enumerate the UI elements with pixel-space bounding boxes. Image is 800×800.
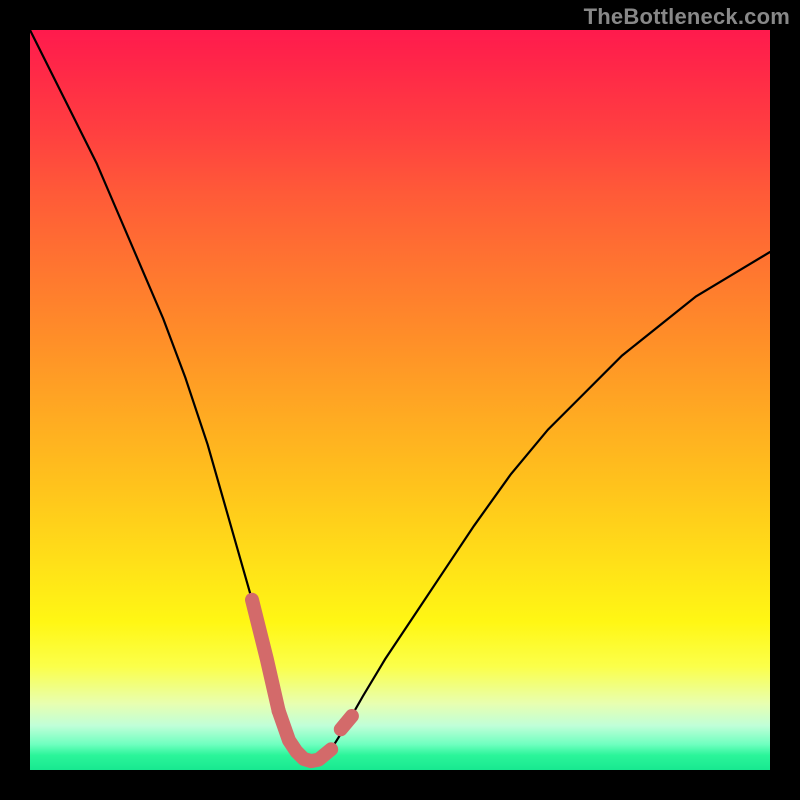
watermark-text: TheBottleneck.com — [584, 4, 790, 30]
bottleneck-curve — [30, 30, 770, 761]
chart-svg — [30, 30, 770, 770]
highlight-segment — [341, 716, 352, 729]
curve-highlight-region — [252, 600, 352, 761]
highlight-segment — [252, 600, 279, 711]
highlight-segment — [279, 711, 332, 761]
chart-frame: TheBottleneck.com — [0, 0, 800, 800]
